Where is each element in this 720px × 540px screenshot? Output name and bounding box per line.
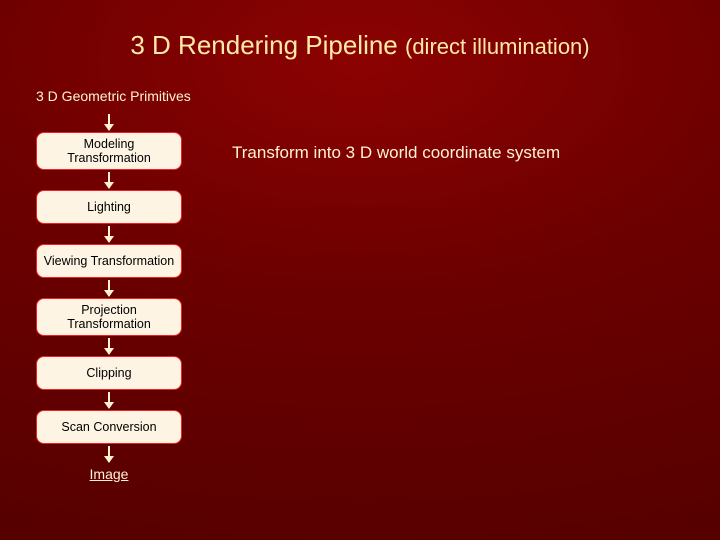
- arrow-icon: [36, 446, 182, 462]
- arrow-icon: [36, 280, 182, 296]
- stage-modeling: Modeling Transformation: [36, 132, 182, 170]
- stage-clipping: Clipping: [36, 356, 182, 390]
- title-sub: (direct illumination): [405, 34, 590, 59]
- stage-description: Transform into 3 D world coordinate syst…: [232, 143, 560, 163]
- input-label: 3 D Geometric Primitives: [36, 88, 191, 104]
- arrow-icon: [36, 338, 182, 354]
- arrow-icon: [36, 172, 182, 188]
- title-main: 3 D Rendering Pipeline: [130, 30, 397, 60]
- pipeline-column: Modeling Transformation Lighting Viewing…: [36, 112, 182, 482]
- stage-scan: Scan Conversion: [36, 410, 182, 444]
- arrow-icon: [36, 226, 182, 242]
- stage-projection: Projection Transformation: [36, 298, 182, 336]
- arrow-icon: [36, 114, 182, 130]
- stage-lighting: Lighting: [36, 190, 182, 224]
- slide-title: 3 D Rendering Pipeline (direct illuminat…: [0, 30, 720, 61]
- stage-viewing: Viewing Transformation: [36, 244, 182, 278]
- arrow-icon: [36, 392, 182, 408]
- output-label: Image: [36, 466, 182, 482]
